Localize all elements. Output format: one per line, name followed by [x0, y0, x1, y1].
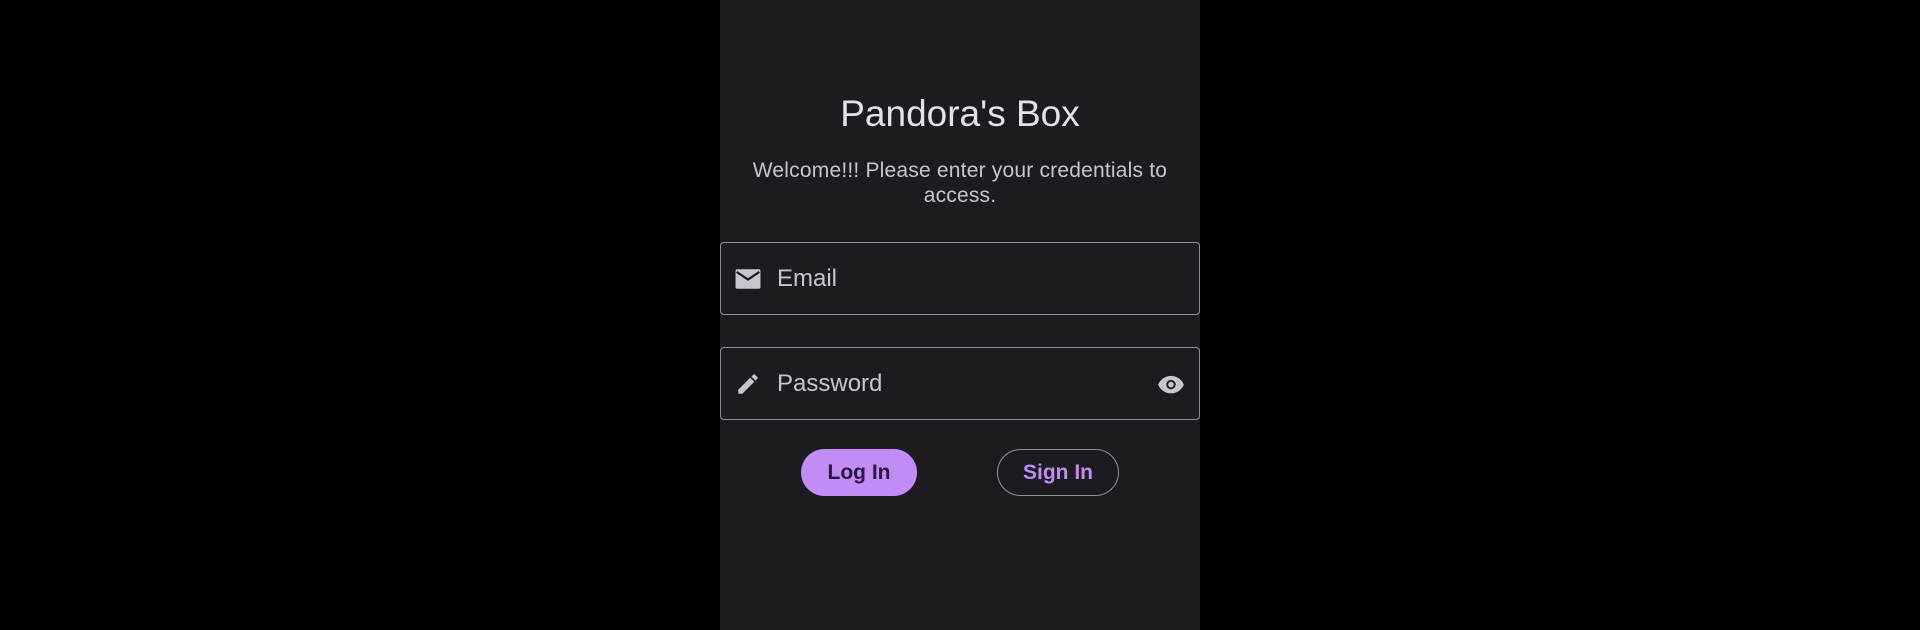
signin-button[interactable]: Sign In — [997, 449, 1119, 496]
page-title: Pandora's Box — [840, 93, 1080, 134]
login-button[interactable]: Log In — [801, 449, 917, 496]
pencil-icon — [733, 369, 763, 399]
mail-icon — [733, 264, 763, 294]
email-input[interactable] — [777, 258, 1199, 299]
password-input[interactable] — [777, 363, 1155, 404]
welcome-message: Welcome!!! Please enter your credentials… — [752, 159, 1168, 207]
email-field[interactable] — [720, 242, 1200, 315]
login-panel: Pandora's Box Welcome!!! Please enter yo… — [720, 0, 1200, 630]
eye-icon[interactable] — [1155, 368, 1187, 400]
password-field[interactable] — [720, 347, 1200, 420]
